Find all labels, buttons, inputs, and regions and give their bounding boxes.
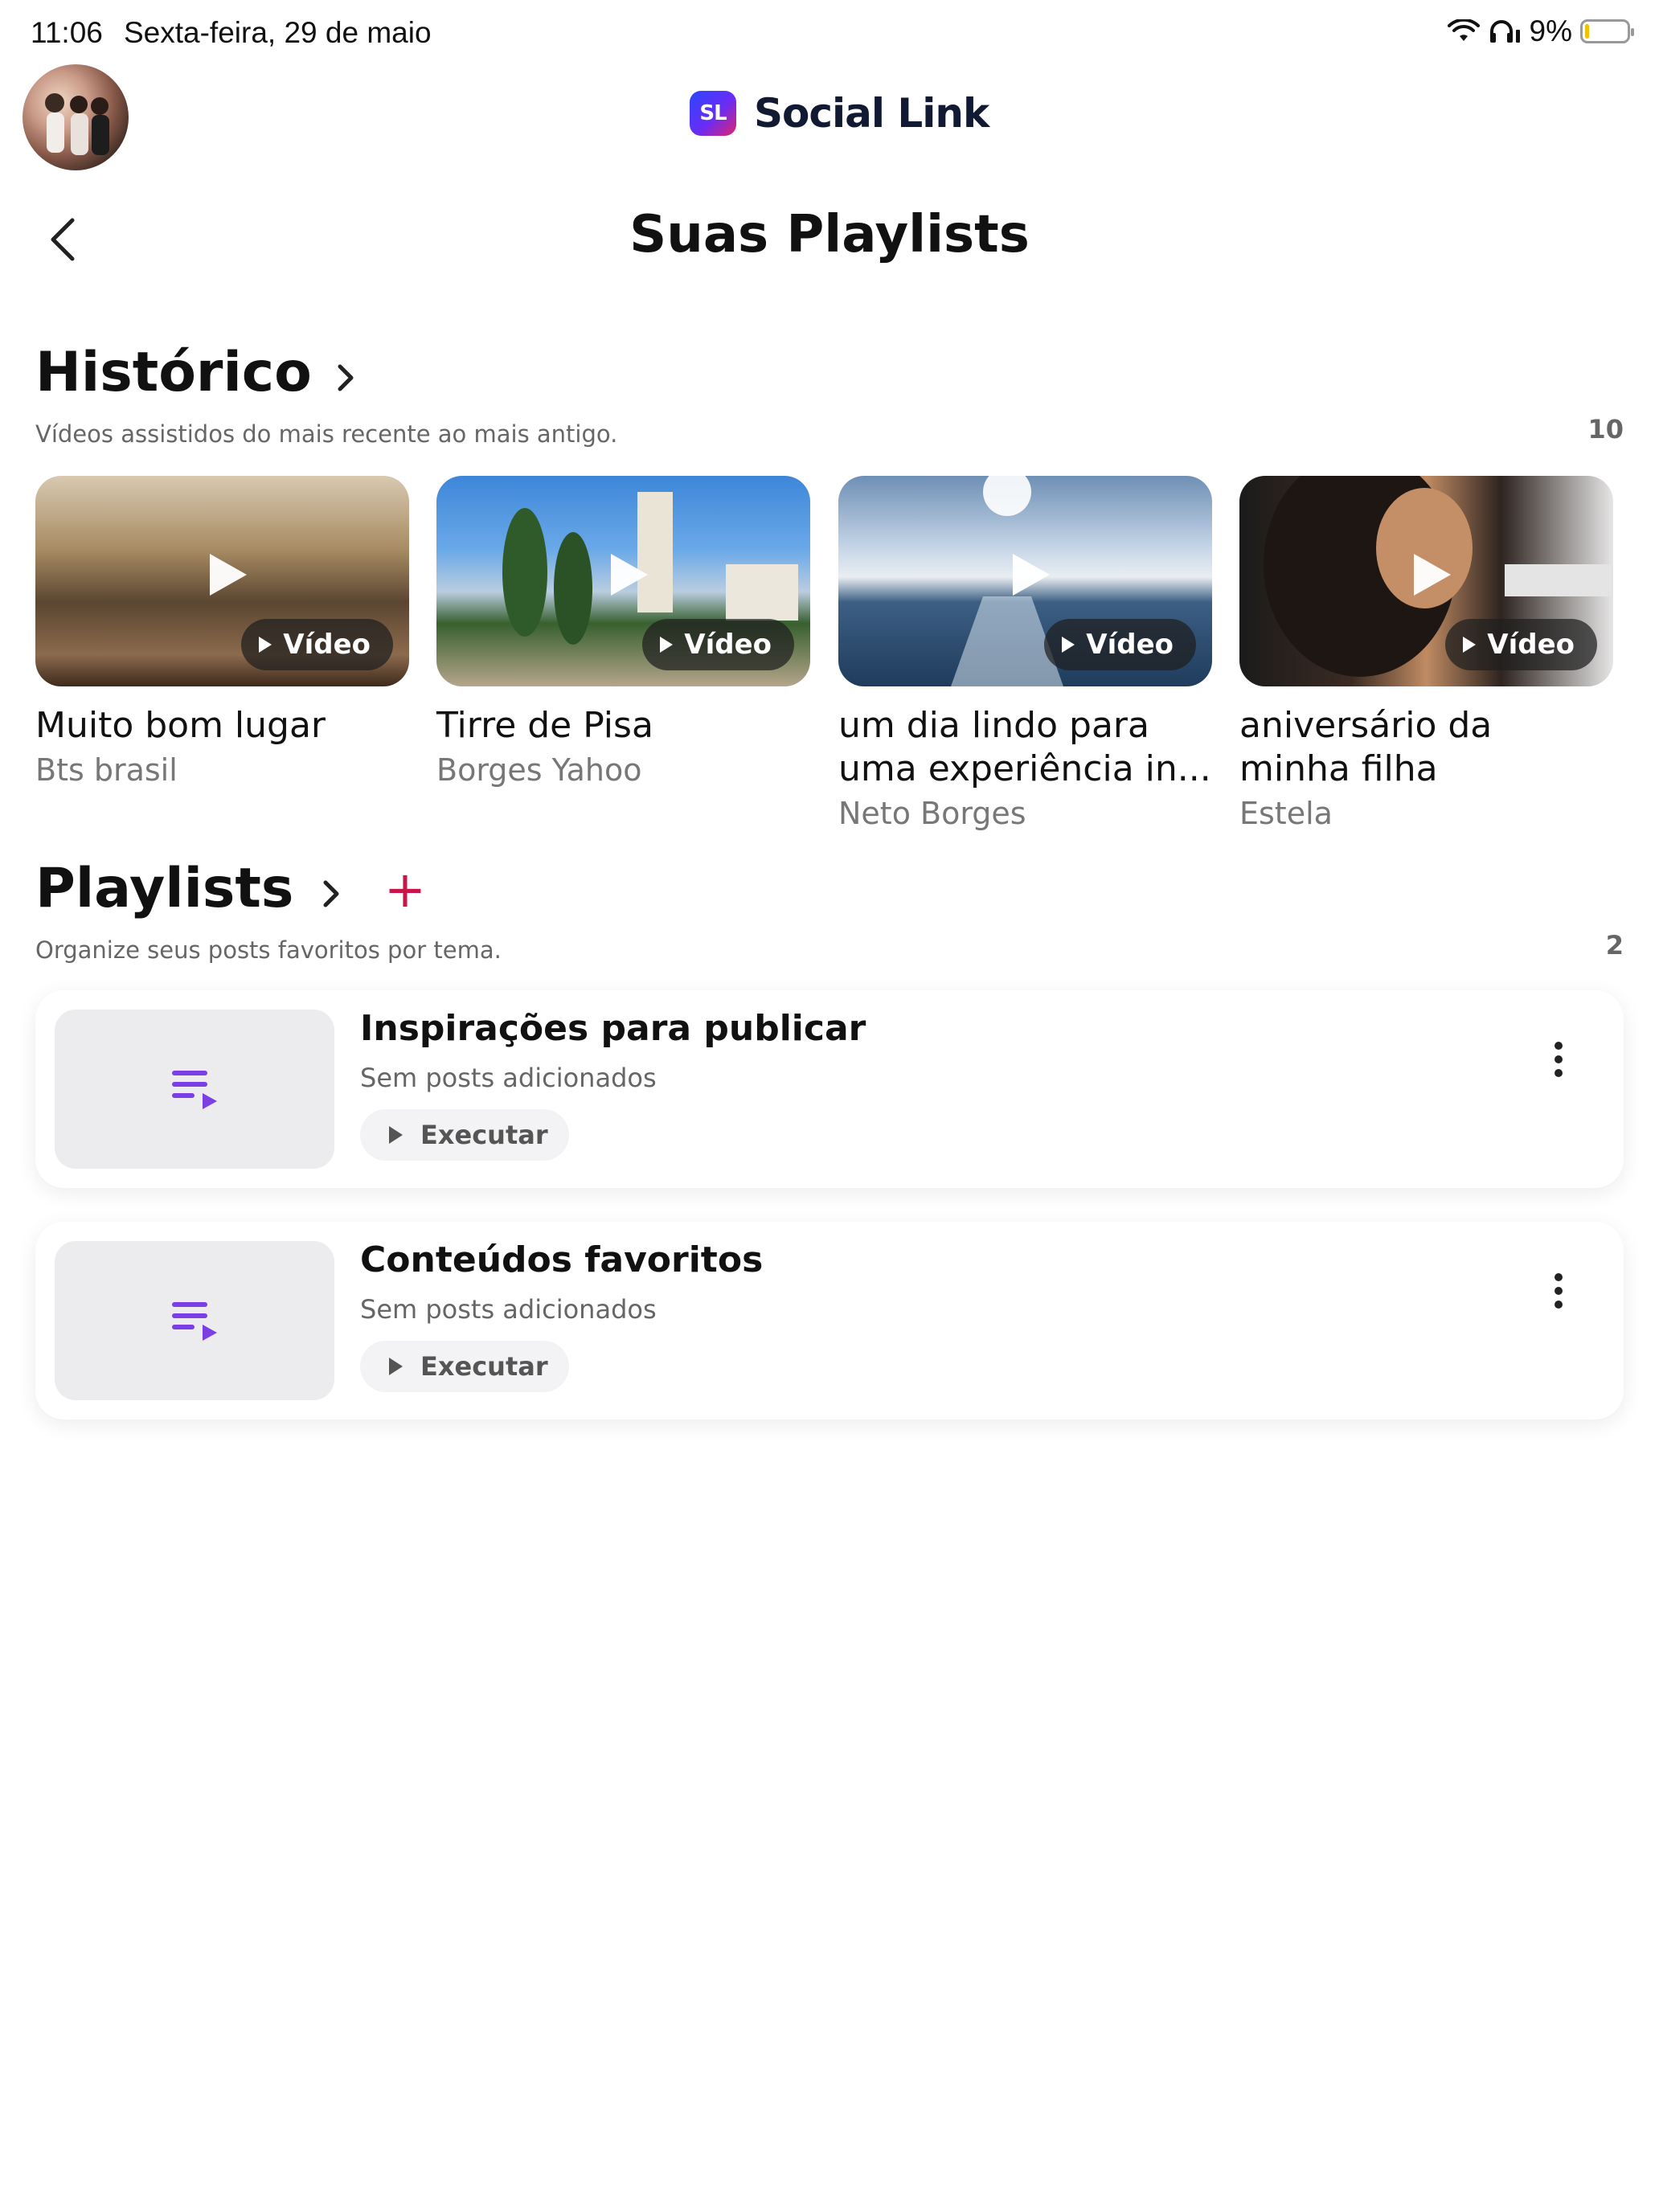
status-bar: 11:06 Sexta-feira, 29 de maio 9% [0, 14, 1659, 53]
playlist-post-count: Sem posts adicionados [360, 1063, 657, 1093]
playlist-name[interactable]: Conteúdos favoritos [360, 1239, 763, 1280]
brand-name: Social Link [754, 90, 989, 137]
status-right: 9% [1447, 14, 1634, 48]
badge-label: Vídeo [1086, 629, 1174, 661]
play-icon [389, 1358, 403, 1375]
video-author[interactable]: Borges Yahoo [436, 752, 810, 788]
playlist-thumbnail [55, 1241, 334, 1400]
playlists-subtitle: Organize seus posts favoritos por tema. [35, 936, 502, 964]
history-card[interactable]: Vídeo um dia lindo para uma experiência … [838, 476, 1212, 831]
avatar-image [45, 93, 109, 155]
badge-label: Vídeo [1487, 629, 1575, 661]
social-link-logo: SL [690, 91, 736, 136]
play-icon [1012, 554, 1050, 596]
brand: SL Social Link [690, 90, 989, 137]
play-icon [389, 1126, 403, 1144]
playlist-icon [172, 1302, 217, 1341]
history-card[interactable]: Vídeo Tirre de Pisa Borges Yahoo [436, 476, 810, 788]
video-author[interactable]: Estela [1239, 796, 1613, 831]
video-thumbnail[interactable]: Vídeo [35, 476, 409, 686]
video-author[interactable]: Neto Borges [838, 796, 1212, 831]
more-vertical-icon[interactable] [1553, 1272, 1564, 1310]
add-playlist-button[interactable]: + [384, 860, 426, 919]
video-badge: Vídeo [642, 619, 794, 670]
avatar[interactable] [23, 64, 129, 170]
history-subtitle: Vídeos assistidos do mais recente ao mai… [35, 420, 618, 448]
play-icon [209, 554, 247, 596]
history-title[interactable]: Histórico [35, 341, 312, 404]
badge-label: Vídeo [684, 629, 772, 661]
play-icon [1413, 554, 1451, 596]
history-count: 10 [1587, 414, 1624, 444]
page-title: Suas Playlists [629, 205, 1030, 264]
play-icon [1062, 637, 1075, 653]
play-icon [259, 637, 272, 653]
battery-icon [1580, 19, 1634, 43]
headphones-icon [1489, 20, 1520, 43]
status-date: Sexta-feira, 29 de maio [124, 16, 432, 49]
playlist-card[interactable]: Conteúdos favoritos Sem posts adicionado… [35, 1222, 1624, 1419]
play-icon [660, 637, 674, 653]
video-thumbnail[interactable]: Vídeo [838, 476, 1212, 686]
video-title[interactable]: Tirre de Pisa [436, 704, 810, 748]
execute-button[interactable]: Executar [360, 1341, 569, 1392]
execute-label: Executar [420, 1351, 548, 1382]
playlist-post-count: Sem posts adicionados [360, 1294, 657, 1325]
more-vertical-icon[interactable] [1553, 1040, 1564, 1079]
playlist-name[interactable]: Inspirações para publicar [360, 1008, 866, 1049]
video-thumbnail[interactable]: Vídeo [1239, 476, 1613, 686]
playlist-card[interactable]: Inspirações para publicar Sem posts adic… [35, 990, 1624, 1188]
history-card[interactable]: Vídeo aniversário da minha filha Estela [1239, 476, 1613, 831]
playlist-thumbnail [55, 1010, 334, 1169]
playlists-title[interactable]: Playlists [35, 857, 293, 920]
play-icon [610, 554, 648, 596]
wifi-icon [1447, 19, 1480, 41]
video-title[interactable]: um dia lindo para uma experiência in... [838, 704, 1212, 791]
video-title[interactable]: Muito bom lugar [35, 704, 409, 748]
video-badge: Vídeo [1445, 619, 1597, 670]
video-title[interactable]: aniversário da minha filha [1239, 704, 1613, 791]
video-badge: Vídeo [1044, 619, 1196, 670]
battery-percent: 9% [1529, 14, 1572, 47]
video-author[interactable]: Bts brasil [35, 752, 409, 788]
video-thumbnail[interactable]: Vídeo [436, 476, 810, 686]
video-badge: Vídeo [241, 619, 393, 670]
status-time: 11:06 [31, 16, 103, 49]
history-card[interactable]: Vídeo Muito bom lugar Bts brasil [35, 476, 409, 788]
execute-button[interactable]: Executar [360, 1109, 569, 1161]
playlists-count: 2 [1605, 930, 1624, 961]
badge-label: Vídeo [283, 629, 371, 661]
playlist-icon [172, 1071, 217, 1109]
execute-label: Executar [420, 1120, 548, 1150]
chevron-right-icon[interactable] [320, 876, 342, 911]
play-icon [1463, 637, 1477, 653]
chevron-right-icon[interactable] [334, 360, 357, 395]
